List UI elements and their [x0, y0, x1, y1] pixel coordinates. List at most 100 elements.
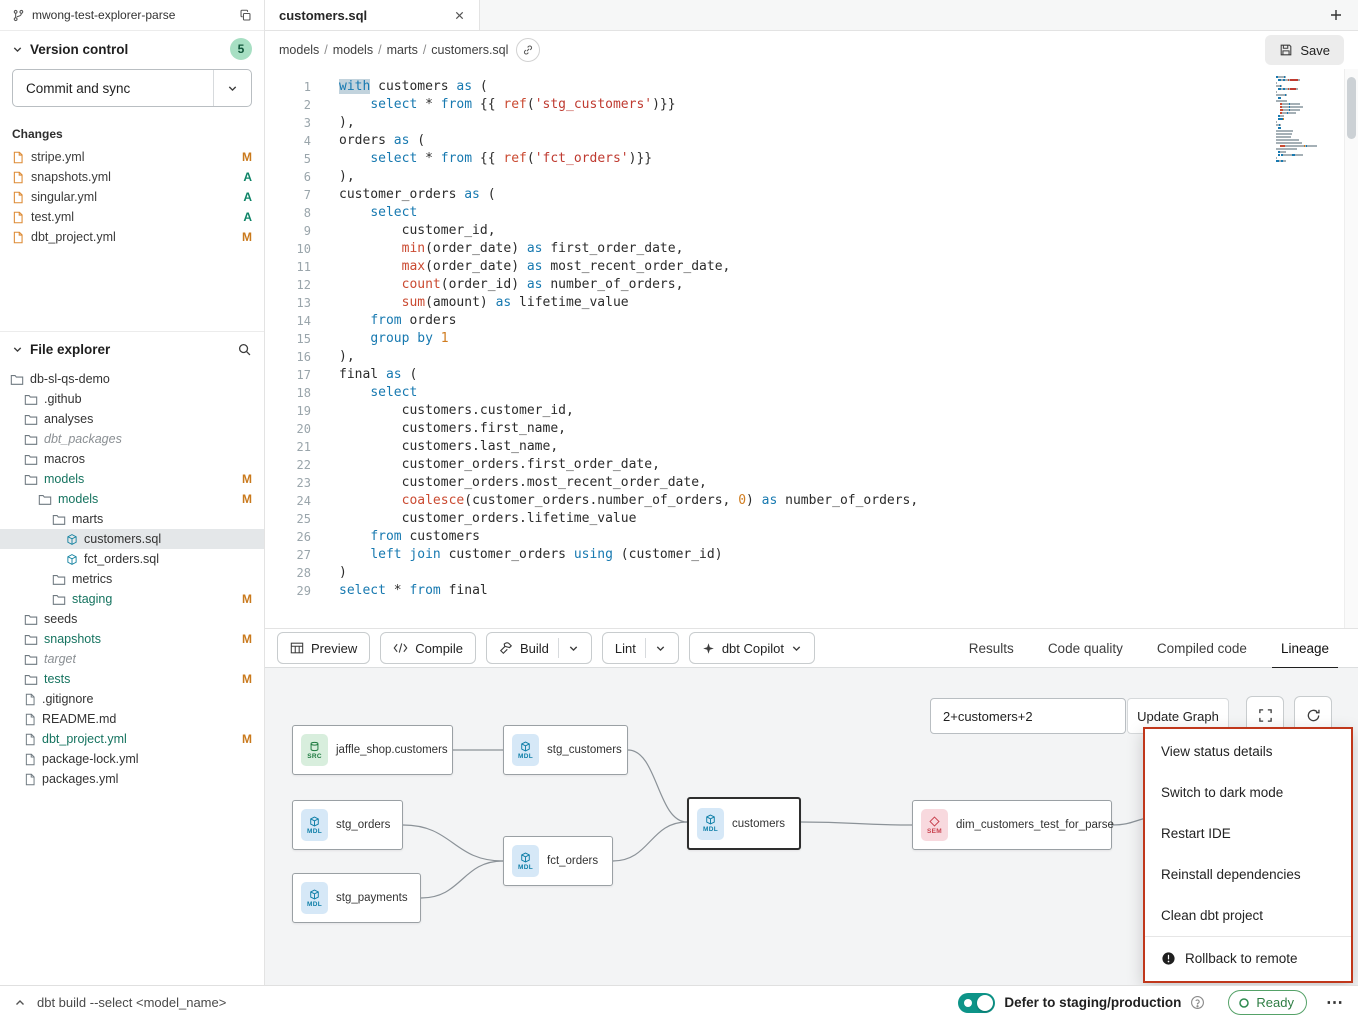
lineage-node[interactable]: MDLstg_orders: [292, 800, 403, 850]
breadcrumb-item[interactable]: models: [279, 43, 319, 57]
context-menu-item[interactable]: Reinstall dependencies: [1145, 854, 1351, 895]
changes-label: Changes: [0, 119, 264, 147]
copy-icon[interactable]: [239, 9, 252, 22]
file-tree-item[interactable]: modelsM: [0, 489, 264, 509]
minimap-line: [1276, 139, 1338, 141]
file-tree-item[interactable]: .gitignore: [0, 689, 264, 709]
lineage-node[interactable]: MDLstg_payments: [292, 873, 421, 923]
code-editor[interactable]: 1234567891011121314151617181920212223242…: [265, 69, 1358, 628]
file-tree-item[interactable]: customers.sql: [0, 529, 264, 549]
lint-button[interactable]: Lint: [602, 632, 679, 664]
help-icon[interactable]: [1190, 995, 1205, 1010]
file-icon: [12, 231, 24, 244]
search-icon[interactable]: [237, 342, 252, 357]
file-tree-item[interactable]: packages.yml: [0, 769, 264, 789]
editor-tab-customers[interactable]: customers.sql: [265, 0, 480, 30]
line-number: 2: [265, 96, 311, 114]
line-number: 24: [265, 492, 311, 510]
commit-and-sync-button[interactable]: Commit and sync: [12, 69, 252, 107]
file-tree-item[interactable]: package-lock.yml: [0, 749, 264, 769]
code-line: ),: [339, 114, 918, 132]
context-menu-item[interactable]: View status details: [1145, 731, 1351, 772]
code-line: from orders: [339, 312, 918, 330]
file-tree-item[interactable]: README.md: [0, 709, 264, 729]
tab-code-quality[interactable]: Code quality: [1031, 628, 1140, 668]
minimap-line: [1276, 100, 1338, 102]
save-button[interactable]: Save: [1265, 35, 1344, 65]
breadcrumb-item[interactable]: marts: [387, 43, 418, 57]
node-name: customers: [732, 818, 785, 830]
breadcrumb-separator: /: [423, 43, 426, 57]
node-name: dim_customers_test_for_parse: [956, 819, 1114, 831]
line-number: 21: [265, 438, 311, 456]
chevron-down-icon[interactable]: [568, 643, 579, 654]
file-icon: [12, 211, 24, 224]
lineage-node[interactable]: MDLcustomers: [687, 797, 801, 850]
file-tree-item[interactable]: macros: [0, 449, 264, 469]
minimap-line: [1276, 118, 1338, 120]
context-menu-item-rollback[interactable]: Rollback to remote: [1145, 936, 1351, 979]
chevron-up-icon[interactable]: [14, 997, 26, 1009]
file-tree-item[interactable]: marts: [0, 509, 264, 529]
line-number: 25: [265, 510, 311, 528]
file-tree-item[interactable]: metrics: [0, 569, 264, 589]
lineage-node[interactable]: MDLstg_customers: [503, 725, 628, 775]
file-tree-item[interactable]: dbt_project.ymlM: [0, 729, 264, 749]
changed-file-row[interactable]: dbt_project.ymlM: [0, 227, 264, 247]
line-number: 16: [265, 348, 311, 366]
command-hint[interactable]: dbt build --select <model_name>: [37, 995, 226, 1010]
tab-results[interactable]: Results: [952, 628, 1031, 668]
file-tree-item[interactable]: dbt_packages: [0, 429, 264, 449]
scrollbar-thumb[interactable]: [1347, 77, 1356, 139]
tab-compiled-code[interactable]: Compiled code: [1140, 628, 1264, 668]
link-icon[interactable]: [516, 38, 540, 62]
context-menu-item[interactable]: Switch to dark mode: [1145, 772, 1351, 813]
commit-options-dropdown[interactable]: [213, 70, 251, 106]
code-line: ),: [339, 168, 918, 186]
lineage-node[interactable]: MDLfct_orders: [503, 836, 613, 886]
build-button[interactable]: Build: [486, 632, 592, 664]
code-content: with customers as ( select * from {{ ref…: [311, 69, 918, 628]
context-menu-item[interactable]: Restart IDE: [1145, 813, 1351, 854]
file-name: metrics: [72, 572, 112, 586]
version-control-header[interactable]: Version control 5: [0, 31, 264, 67]
breadcrumb-item[interactable]: models: [333, 43, 373, 57]
lineage-node[interactable]: SEMdim_customers_test_for_parse: [912, 800, 1112, 850]
lineage-selector-input[interactable]: [930, 698, 1126, 734]
file-explorer-header[interactable]: File explorer: [0, 331, 264, 367]
file-tree-item[interactable]: analyses: [0, 409, 264, 429]
chevron-down-icon[interactable]: [655, 643, 666, 654]
dbt-copilot-button[interactable]: dbt Copilot: [689, 632, 815, 664]
file-tree-item[interactable]: snapshotsM: [0, 629, 264, 649]
code-line: customers.first_name,: [339, 420, 918, 438]
file-tree-item[interactable]: .github: [0, 389, 264, 409]
file-tree-item[interactable]: target: [0, 649, 264, 669]
file-tree-item[interactable]: fct_orders.sql: [0, 549, 264, 569]
file-name: seeds: [44, 612, 77, 626]
preview-button[interactable]: Preview: [277, 632, 370, 664]
defer-toggle[interactable]: [958, 993, 995, 1013]
changed-file-row[interactable]: singular.ymlA: [0, 187, 264, 207]
changed-file-row[interactable]: test.ymlA: [0, 207, 264, 227]
file-tree-item[interactable]: seeds: [0, 609, 264, 629]
breadcrumb-item[interactable]: customers.sql: [431, 43, 508, 57]
more-options-button[interactable]: ⋯: [1326, 993, 1344, 1013]
changed-file-name: stripe.yml: [31, 150, 235, 164]
code-line: final as (: [339, 366, 918, 384]
editor-scrollbar[interactable]: [1344, 69, 1358, 628]
file-tree-item[interactable]: db-sl-qs-demo: [0, 369, 264, 389]
new-tab-button[interactable]: [1314, 0, 1358, 30]
chevron-down-icon[interactable]: [791, 643, 802, 654]
preview-label: Preview: [311, 641, 357, 656]
file-tree-item[interactable]: modelsM: [0, 469, 264, 489]
file-tree-item[interactable]: testsM: [0, 669, 264, 689]
file-tree-item[interactable]: stagingM: [0, 589, 264, 609]
tab-lineage[interactable]: Lineage: [1264, 628, 1346, 668]
context-menu-item[interactable]: Clean dbt project: [1145, 895, 1351, 936]
changed-file-row[interactable]: stripe.ymlM: [0, 147, 264, 167]
changed-file-row[interactable]: snapshots.ymlA: [0, 167, 264, 187]
compile-button[interactable]: Compile: [380, 632, 476, 664]
lineage-node[interactable]: SRCjaffle_shop.customers: [292, 725, 453, 775]
minimap[interactable]: [1276, 76, 1338, 163]
close-icon[interactable]: [454, 10, 465, 21]
